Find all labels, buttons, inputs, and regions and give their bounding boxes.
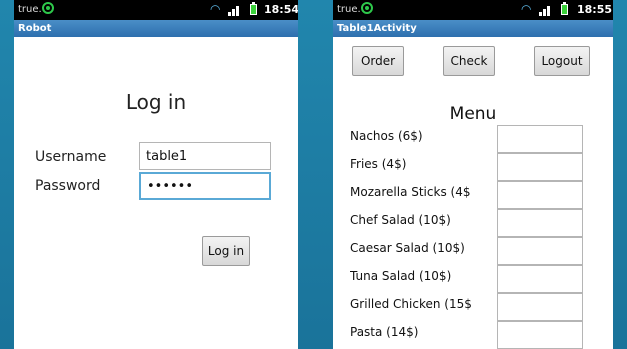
app-title-bar: Robot [14, 20, 298, 37]
status-bar: true. ◠ 18:55 [333, 0, 613, 20]
quantity-input[interactable] [497, 265, 583, 293]
logout-button[interactable]: Logout [534, 46, 590, 76]
signal-icon [539, 4, 553, 16]
login-screen: true. ◠ 18:54 Robot Log in Username Pass… [14, 0, 298, 349]
menu-item-name: Mozarella Sticks (4$ [350, 185, 471, 199]
battery-icon [250, 2, 257, 15]
password-label: Password [35, 178, 101, 194]
carrier-label: true. [18, 4, 42, 15]
order-button[interactable]: Order [352, 46, 404, 76]
login-button[interactable]: Log in [202, 236, 250, 266]
check-button[interactable]: Check [443, 46, 495, 76]
menu-item-name: Nachos (6$) [350, 129, 423, 143]
whatsapp-icon [42, 2, 54, 14]
carrier-label: true. [337, 4, 361, 15]
menu-item-name: Grilled Chicken (15$ [350, 297, 472, 311]
menu-item: Tuna Salad (10$) [333, 265, 613, 293]
quantity-input[interactable] [497, 293, 583, 321]
quantity-input[interactable] [497, 237, 583, 265]
quantity-input[interactable] [497, 153, 583, 181]
status-time: 18:55 [577, 3, 613, 16]
username-field[interactable] [139, 142, 271, 170]
password-field[interactable] [139, 172, 271, 200]
menu-item-name: Pasta (14$) [350, 325, 419, 339]
menu-item: Grilled Chicken (15$ [333, 293, 613, 321]
menu-item: Chef Salad (10$) [333, 209, 613, 237]
quantity-input[interactable] [497, 181, 583, 209]
wifi-icon: ◠ [210, 2, 221, 16]
menu-item: Fries (4$) [333, 153, 613, 181]
quantity-input[interactable] [497, 209, 583, 237]
menu-item-name: Fries (4$) [350, 157, 407, 171]
menu-item: Pasta (14$) [333, 321, 613, 349]
menu-item: Mozarella Sticks (4$ [333, 181, 613, 209]
username-label: Username [35, 149, 107, 165]
app-title-bar: Table1Activity [333, 20, 613, 37]
menu-item-name: Chef Salad (10$) [350, 213, 451, 227]
status-bar: true. ◠ 18:54 [14, 0, 298, 20]
quantity-input[interactable] [497, 125, 583, 153]
menu-item: Caesar Salad (10$) [333, 237, 613, 265]
battery-icon [561, 2, 568, 15]
signal-icon [228, 4, 242, 16]
whatsapp-icon [361, 2, 373, 14]
page-title: Log in [125, 90, 187, 114]
quantity-input[interactable] [497, 321, 583, 349]
menu-item: Nachos (6$) [333, 125, 613, 153]
menu-item-name: Tuna Salad (10$) [350, 269, 452, 283]
status-time: 18:54 [264, 3, 298, 16]
menu-title: Menu [449, 104, 497, 124]
wifi-icon: ◠ [521, 2, 532, 16]
menu-screen: true. ◠ 18:55 Table1Activity Order Check… [333, 0, 613, 349]
menu-item-name: Caesar Salad (10$) [350, 241, 465, 255]
